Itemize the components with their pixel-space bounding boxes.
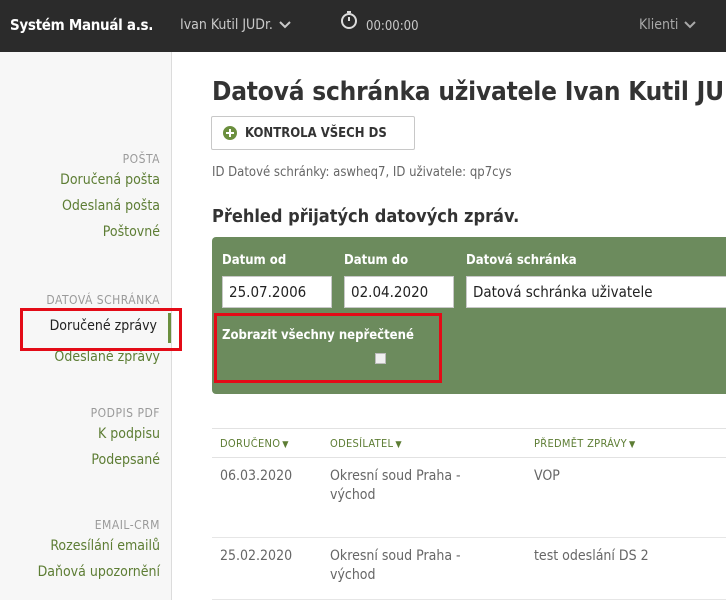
- sidebar-heading: POŠTA: [122, 152, 160, 166]
- sidebar-section-podpis-pdf: PODPIS PDF K podpisu Podepsané: [91, 406, 160, 468]
- mailbox-label: Datová schránka: [466, 253, 577, 268]
- sidebar-heading: DATOVÁ SCHRÁNKA: [46, 293, 160, 307]
- column-header-predmet[interactable]: PŘEDMĚT ZPRÁVY ▼: [534, 437, 635, 450]
- sidebar-section-posta: POŠTA Doručená pošta Odeslaná pošta Pošt…: [60, 152, 160, 240]
- cell-subject: test odeslání DS 2: [534, 548, 649, 564]
- column-header-odesilatel[interactable]: ODESÍLATEL ▼: [330, 437, 402, 450]
- user-name: Ivan Kutil JUDr.: [180, 17, 273, 33]
- cell-date: 06.03.2020: [220, 468, 293, 484]
- date-from-label: Datum od: [222, 253, 287, 268]
- top-bar: Systém Manuál a.s. Ivan Kutil JUDr. 00:0…: [0, 0, 726, 52]
- table-row[interactable]: 25.02.2020 Okresní soud Praha - východ t…: [212, 538, 726, 600]
- sidebar-item-rozesilani-emailu[interactable]: Rozesílání emailů: [38, 538, 160, 554]
- timer[interactable]: 00:00:00: [340, 10, 419, 34]
- cell-sender: Okresní soud Praha - východ: [330, 468, 461, 503]
- sort-down-icon: ▼: [282, 440, 289, 450]
- column-header-doruceno[interactable]: DORUČENO ▼: [220, 437, 289, 450]
- cell-sender: Okresní soud Praha - východ: [330, 548, 461, 583]
- table-header: DORUČENO ▼ ODESÍLATEL ▼ PŘEDMĚT ZPRÁVY ▼: [212, 428, 726, 458]
- sidebar-item-odeslana-posta[interactable]: Odeslaná pošta: [60, 198, 160, 214]
- clients-menu[interactable]: Klienti: [639, 17, 697, 33]
- date-from-input[interactable]: 25.07.2006: [222, 276, 332, 308]
- stopwatch-icon: [341, 11, 357, 29]
- sidebar-item-podepsane[interactable]: Podepsané: [91, 452, 160, 468]
- plus-circle-icon: [223, 126, 237, 140]
- check-all-ds-button[interactable]: KONTROLA VŠECH DS: [211, 116, 415, 150]
- date-to-label: Datum do: [344, 253, 409, 268]
- date-to-input[interactable]: 02.04.2020: [344, 276, 454, 308]
- user-menu[interactable]: Ivan Kutil JUDr.: [180, 17, 291, 33]
- sidebar-item-postovne[interactable]: Poštovné: [60, 224, 160, 240]
- section-title: Přehled přijatých datových zpráv.: [212, 206, 520, 227]
- clients-label: Klienti: [639, 17, 679, 33]
- cell-date: 25.02.2020: [220, 548, 293, 564]
- mailbox-select[interactable]: Datová schránka uživatele: [466, 276, 726, 308]
- table-row[interactable]: 06.03.2020 Okresní soud Praha - východ V…: [212, 458, 726, 538]
- sidebar-heading: PODPIS PDF: [90, 406, 160, 420]
- sidebar-section-email-crm: EMAIL-CRM Rozesílání emailů Daňová upozo…: [38, 518, 160, 580]
- sidebar-section-datova-schranka-items: Odeslané zprávy: [54, 349, 160, 365]
- chevron-down-icon: [279, 21, 291, 29]
- cell-subject: VOP: [534, 468, 560, 484]
- highlight-box-sidebar: [20, 308, 182, 351]
- sidebar-heading: EMAIL-CRM: [94, 518, 160, 532]
- sort-down-icon: ▼: [628, 440, 636, 450]
- brand-name[interactable]: Systém Manuál a.s.: [10, 16, 153, 34]
- sort-down-icon: ▼: [395, 440, 402, 450]
- highlight-box-unread: [214, 313, 442, 383]
- sidebar-item-danova-upozorneni[interactable]: Daňová upozornění: [38, 564, 160, 580]
- sidebar-item-odeslane-zpravy[interactable]: Odeslané zprávy: [54, 349, 160, 365]
- page-title: Datová schránka uživatele Ivan Kutil JUD…: [212, 77, 726, 107]
- sidebar-section-datova-schranka: DATOVÁ SCHRÁNKA: [46, 293, 160, 307]
- sidebar-item-dorucena-posta[interactable]: Doručená pošta: [60, 172, 160, 188]
- chevron-down-icon: [684, 21, 697, 29]
- mailbox-id-line: ID Datové schránky: aswheq7, ID uživatel…: [212, 165, 512, 180]
- check-all-ds-label: KONTROLA VŠECH DS: [245, 125, 387, 141]
- timer-value: 00:00:00: [366, 18, 419, 34]
- sidebar-item-k-podpisu[interactable]: K podpisu: [91, 426, 160, 442]
